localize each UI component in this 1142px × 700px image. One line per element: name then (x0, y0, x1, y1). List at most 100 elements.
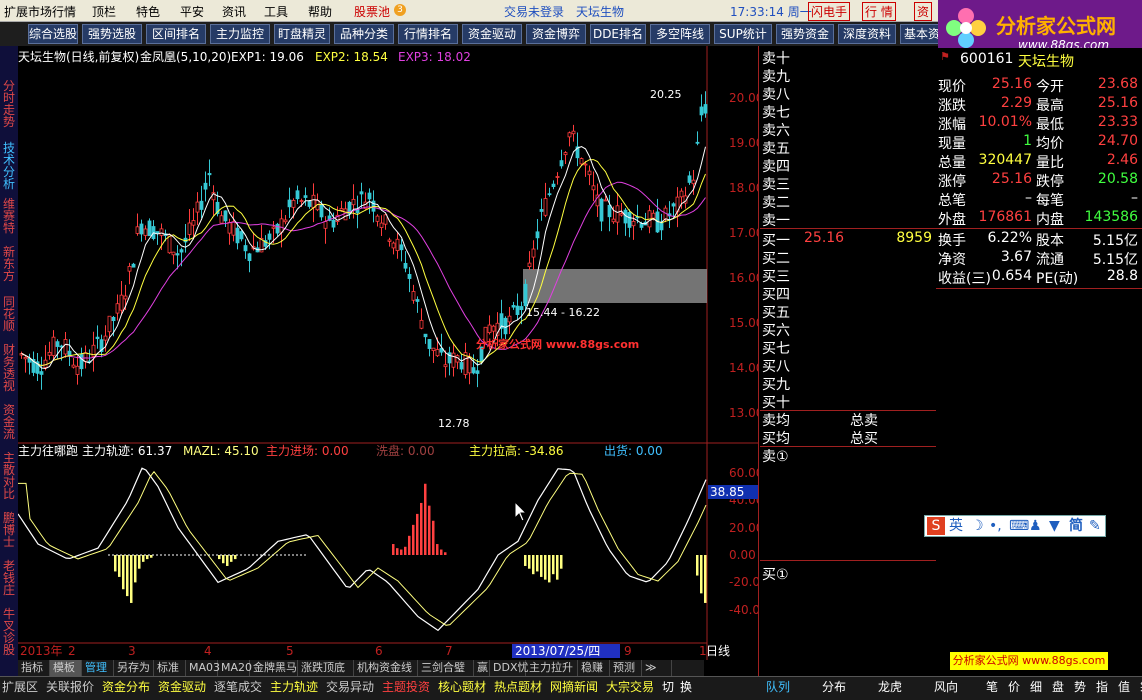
flash-trade-button[interactable]: 闪电手 (808, 2, 851, 21)
person-icon[interactable]: ♟ (1029, 516, 1042, 536)
indicator-tab[interactable]: 标准 (154, 660, 186, 676)
indicator-tab[interactable]: DDX忧 (490, 660, 528, 676)
sub-bar (396, 548, 399, 555)
bottom-tab[interactable]: 主题投资 (382, 679, 430, 695)
left-tab-intraday[interactable]: 分时走势 (0, 80, 18, 128)
indicator-tab[interactable]: MA20 (218, 660, 252, 676)
indicator-tab[interactable]: ≫ (642, 660, 672, 676)
kline-chart[interactable]: 天坛生物(日线,前复权) 金凤凰(5,10,20) EXP1: 19.06 EX… (18, 46, 758, 686)
indicator-tab[interactable]: 涨跌顶底 (298, 660, 354, 676)
sogou-icon[interactable]: S (927, 517, 945, 535)
ad-brand: 分析家公式网 (996, 14, 1116, 38)
right-tab[interactable]: 队列 (766, 679, 790, 695)
moon-icon[interactable]: ☽ (971, 516, 984, 536)
indicator-tab[interactable]: MA03 (186, 660, 220, 676)
left-tab-pengboshi[interactable]: 鹏博士 (0, 512, 18, 548)
indicator-tab[interactable]: 预测 (610, 660, 642, 676)
toolbar-btn-7[interactable]: 行情排名 (398, 24, 458, 44)
left-tab-weisaite[interactable]: 维赛特 (0, 198, 18, 234)
indicator-tab[interactable]: 另存为 (114, 660, 154, 676)
menu-item-feature[interactable]: 特色 (136, 3, 160, 20)
toolbar-btn-2[interactable]: 强势选股 (82, 24, 142, 44)
indicator-tab[interactable]: 赢 (474, 660, 490, 676)
avg-buy-label: 买均 (762, 431, 790, 447)
bottom-tab[interactable]: 核心题材 (438, 679, 486, 695)
keyboard-icon[interactable]: ⌨ (1009, 516, 1029, 536)
indicator-tab[interactable]: 稳赚 (578, 660, 610, 676)
toolbar-btn-12[interactable]: SUP统计 (714, 24, 772, 44)
avg-sell: 卖均 总卖 (760, 410, 936, 429)
buy-level-6: 买六 (760, 320, 936, 339)
left-tab-xindongfang[interactable]: 新东方 (0, 246, 18, 282)
menu-item-top[interactable]: 顶栏 (92, 3, 116, 20)
right-tab[interactable]: 价 (1008, 679, 1020, 695)
left-tab-tonghuashun[interactable]: 同花顺 (0, 296, 18, 332)
menu-item-news[interactable]: 资讯 (222, 3, 246, 20)
toolbar-btn-9[interactable]: 资金博弈 (526, 24, 586, 44)
toolbar-btn-11[interactable]: 多空阵线 (650, 24, 710, 44)
right-tab[interactable]: 指 (1096, 679, 1108, 695)
right-tab[interactable]: 笔 (986, 679, 998, 695)
indicator-tab[interactable]: 机构资金线 (354, 660, 418, 676)
menu-item-pingan[interactable]: 平安 (180, 3, 204, 20)
right-tab[interactable]: 细 (1030, 679, 1042, 695)
toolbar-btn-14[interactable]: 深度资料 (838, 24, 896, 44)
toolbar-btn-1[interactable]: 综合选股 (28, 24, 78, 44)
indicator-tab[interactable]: 模板 (50, 660, 82, 676)
right-tab[interactable]: 值 (1118, 679, 1130, 695)
menu-item-extended[interactable]: 扩展市场行情 (4, 3, 76, 20)
bottom-tab[interactable]: 换 (680, 679, 692, 695)
toolbar-btn-10[interactable]: DDE排名 (590, 24, 646, 44)
left-tab-main-retail[interactable]: 主散对比 (0, 452, 18, 500)
bottom-tab[interactable]: 热点题材 (494, 679, 542, 695)
bottom-tab[interactable]: 大宗交易 (606, 679, 654, 695)
right-tab[interactable]: 势 (1074, 679, 1086, 695)
right-tab[interactable]: 龙虎 (878, 679, 902, 695)
ime-lang[interactable]: 英 (949, 516, 963, 536)
indicator-tab[interactable]: 三剑合璧 (418, 660, 474, 676)
stock-pool-menu[interactable]: 股票池 (354, 3, 390, 20)
left-tab-capital-flow[interactable]: 资金流 (0, 404, 18, 440)
login-status[interactable]: 交易未登录 (504, 3, 564, 20)
left-tab-laoqianzhuang[interactable]: 老钱庄 (0, 560, 18, 596)
right-tab[interactable]: 分布 (822, 679, 846, 695)
quote-button[interactable]: 行 情 (862, 2, 896, 21)
bottom-tab[interactable]: 关联报价 (46, 679, 94, 695)
bottom-tab[interactable]: 资金驱动 (158, 679, 206, 695)
right-tab[interactable]: 盘 (1052, 679, 1064, 695)
left-tab-finance[interactable]: 财务透视 (0, 344, 18, 392)
menu-item-tools[interactable]: 工具 (264, 3, 288, 20)
right-tab[interactable]: 风向 (934, 679, 958, 695)
wrench-icon[interactable]: ✎ (1089, 516, 1101, 536)
toolbar-btn-13[interactable]: 强势资金 (776, 24, 834, 44)
punct-icon[interactable]: •, (989, 516, 1002, 536)
quote-row: 涨停 25.16 跌停 20.58 (936, 171, 1142, 190)
ime-toolbar[interactable]: S 英 ☽ •, ⌨ ♟ ▼ 简 ✎ (924, 515, 1106, 537)
left-tab-technical[interactable]: 技术分析 (0, 142, 18, 190)
bottom-tab[interactable]: 扩展区 (2, 679, 38, 695)
bottom-tab[interactable]: 网摘新闻 (550, 679, 598, 695)
indicator-tab[interactable]: 指标 (18, 660, 50, 676)
simplified-icon[interactable]: 简 (1069, 516, 1083, 536)
indicator-tab[interactable]: 金牌黑马 (250, 660, 298, 676)
bottom-tab[interactable]: 主力轨迹 (270, 679, 318, 695)
toolbar-btn-8[interactable]: 资金驱动 (462, 24, 522, 44)
indicator-tab[interactable]: 主力拉升 (526, 660, 578, 676)
left-tab-niucha[interactable]: 牛叉诊股 (0, 608, 18, 656)
toolbar-btn-6[interactable]: 品种分类 (334, 24, 394, 44)
shirt-icon[interactable]: ▼ (1049, 516, 1060, 536)
bottom-tab[interactable]: 交易异动 (326, 679, 374, 695)
toolbar-btn-4[interactable]: 主力监控 (210, 24, 270, 44)
sub-bar (138, 555, 141, 569)
period-label[interactable]: 日线 (706, 642, 758, 658)
menu-item-help[interactable]: 帮助 (308, 3, 332, 20)
sub-bar (556, 555, 559, 580)
sub-bar (420, 502, 423, 555)
info-button[interactable]: 资 (914, 2, 933, 21)
bottom-tab[interactable]: 资金分布 (102, 679, 150, 695)
bottom-tab[interactable]: 逐笔成交 (214, 679, 262, 695)
toolbar-btn-5[interactable]: 盯盘精灵 (274, 24, 330, 44)
indicator-tab[interactable]: 管理 (82, 660, 114, 676)
bottom-tab[interactable]: 切 (662, 679, 674, 695)
toolbar-btn-3[interactable]: 区间排名 (146, 24, 206, 44)
